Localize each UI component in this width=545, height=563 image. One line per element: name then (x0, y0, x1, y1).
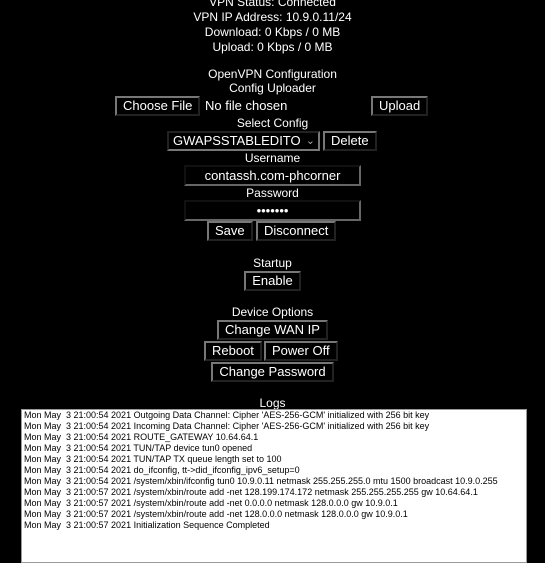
config-uploader-title: Config Uploader (229, 81, 316, 95)
openvpn-config-title: OpenVPN Configuration (208, 67, 337, 81)
log-line: Mon May 3 21:00:57 2021 /system/xbin/rou… (24, 509, 408, 519)
log-line: Mon May 3 21:00:57 2021 /system/xbin/rou… (24, 498, 398, 508)
disconnect-button[interactable]: Disconnect (256, 221, 337, 241)
log-line: Mon May 3 21:00:54 2021 Incoming Data Ch… (24, 421, 430, 431)
log-line: Mon May 3 21:00:57 2021 /system/xbin/rou… (24, 487, 478, 497)
upload-button[interactable]: Upload (371, 96, 429, 116)
startup-title: Startup (253, 256, 292, 270)
password-label: Password (246, 186, 299, 200)
config-uploader-row: Choose File No file chosen Upload (0, 96, 545, 116)
no-file-chosen-text: No file chosen (205, 98, 288, 113)
enable-button[interactable]: Enable (244, 271, 301, 291)
device-options-title: Device Options (231, 305, 314, 319)
delete-button[interactable]: Delete (323, 131, 377, 151)
log-line: Mon May 3 21:00:54 2021 do_ifconfig, tt-… (24, 465, 300, 475)
upload-text: Upload: 0 Kbps / 0 MB (212, 40, 333, 54)
download-text: Download: 0 Kbps / 0 MB (204, 25, 341, 39)
save-disconnect-row: Save Disconnect (0, 221, 545, 241)
log-line: Mon May 3 21:00:54 2021 TUN/TAP device t… (24, 443, 253, 453)
logs-textarea[interactable]: Mon May 3 21:00:54 2021 Outgoing Data Ch… (21, 409, 527, 563)
power-off-button[interactable]: Power Off (264, 341, 338, 361)
change-wan-ip-button[interactable]: Change WAN IP (217, 320, 328, 340)
log-line: Mon May 3 21:00:57 2021 Initialization S… (24, 520, 270, 530)
log-line: Mon May 3 21:00:54 2021 ROUTE_GATEWAY 10… (24, 432, 259, 442)
change-password-button[interactable]: Change Password (211, 362, 334, 382)
vpn-ip-text: VPN IP Address: 10.9.0.11/24 (193, 10, 352, 24)
select-config-row: GWAPSSTABLEDITO ⌄ Delete (0, 131, 545, 151)
config-select[interactable]: GWAPSSTABLEDITO ⌄ (167, 131, 320, 151)
reboot-button[interactable]: Reboot (204, 341, 262, 361)
config-select-value: GWAPSSTABLEDITO (173, 133, 301, 148)
log-line: Mon May 3 21:00:54 2021 /system/xbin/ifc… (24, 476, 498, 486)
reboot-poweroff-row: Reboot Power Off (0, 341, 545, 361)
status-block: VPN Status: Connected VPN IP Address: 10… (0, 0, 545, 55)
log-line: Mon May 3 21:00:54 2021 TUN/TAP TX queue… (24, 454, 282, 464)
save-button[interactable]: Save (207, 221, 253, 241)
vpn-status-text: VPN Status: Connected (209, 0, 336, 9)
username-field[interactable]: contassh.com-phcorner (184, 165, 361, 186)
choose-file-button[interactable]: Choose File (115, 96, 201, 116)
username-label: Username (244, 151, 301, 165)
select-config-title: Select Config (236, 116, 309, 130)
chevron-down-icon: ⌄ (305, 135, 315, 147)
log-line: Mon May 3 21:00:54 2021 Outgoing Data Ch… (24, 410, 430, 420)
password-field[interactable]: ••••••• (184, 200, 361, 221)
